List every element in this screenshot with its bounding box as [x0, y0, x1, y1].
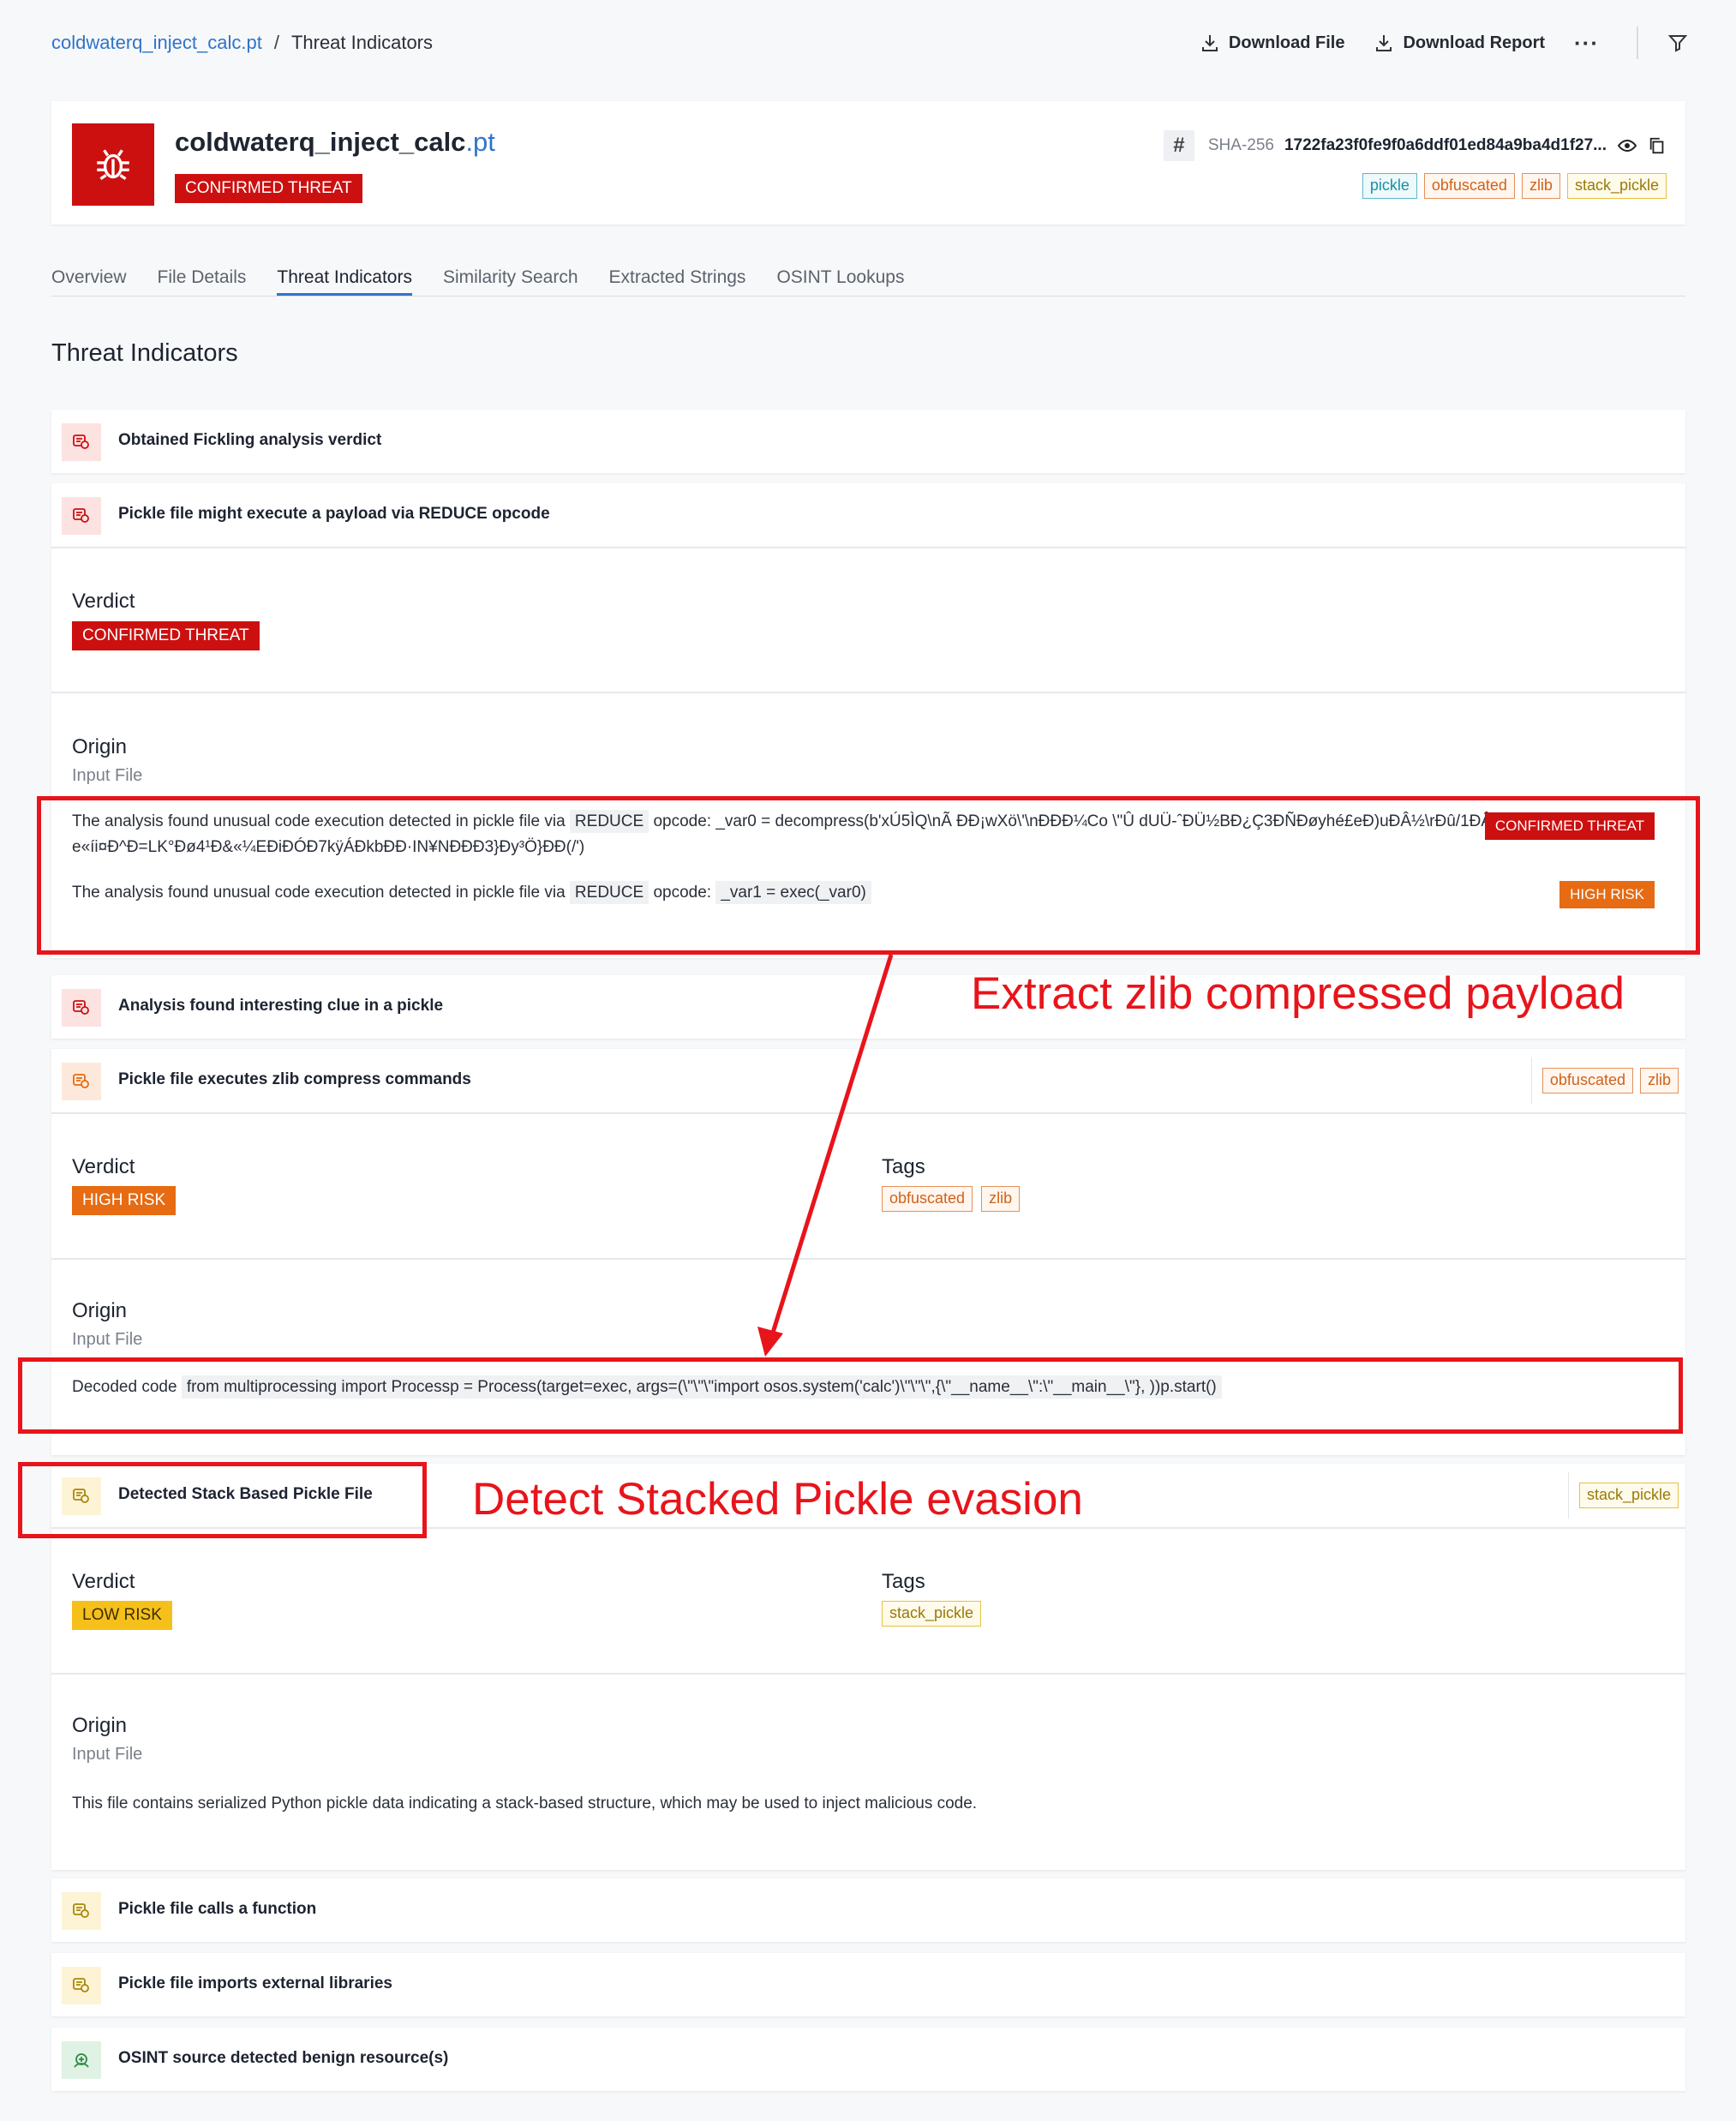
annotation-arrow — [757, 954, 894, 1357]
